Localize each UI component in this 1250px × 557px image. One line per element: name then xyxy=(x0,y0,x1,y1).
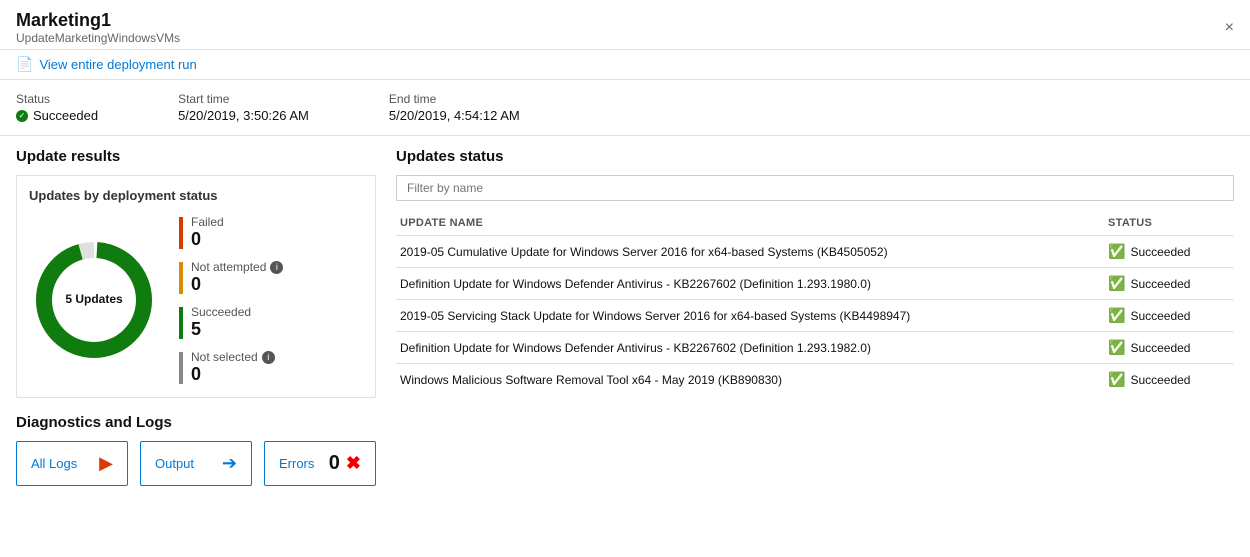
start-time-value: 5/20/2019, 3:50:26 AM xyxy=(178,108,309,123)
document-icon: 📄 xyxy=(16,56,33,73)
legend-item-not-attempted: Not attempted i 0 xyxy=(179,260,283,295)
updates-status-title: Updates status xyxy=(396,148,1234,165)
output-card[interactable]: Output ➔ xyxy=(140,441,252,486)
view-deployment-link[interactable]: View entire deployment run xyxy=(39,57,196,72)
success-icon: ✅ xyxy=(1108,307,1125,324)
main-content: Update results Updates by deployment sta… xyxy=(0,136,1250,553)
legend-count-failed: 0 xyxy=(191,229,224,250)
all-logs-card[interactable]: All Logs ▶ xyxy=(16,441,128,486)
update-results-title: Update results xyxy=(16,148,376,165)
chart-inner: 5 Updates Failed 0 xyxy=(29,215,363,385)
start-time-label: Start time xyxy=(178,92,309,106)
col-header-status: STATUS xyxy=(1104,213,1234,236)
status-dot-icon xyxy=(16,110,28,122)
error-x-icon: ✖ xyxy=(346,453,361,474)
filter-input[interactable] xyxy=(396,175,1234,201)
update-status-cell: ✅ Succeeded xyxy=(1104,364,1234,396)
end-time-label: End time xyxy=(389,92,520,106)
legend-count-succeeded: 5 xyxy=(191,319,251,340)
legend-count-not-selected: 0 xyxy=(191,364,275,385)
legend-bar-failed xyxy=(179,217,183,249)
table-header-row: UPDATE NAME STATUS xyxy=(396,213,1234,236)
end-time-value: 5/20/2019, 4:54:12 AM xyxy=(389,108,520,123)
window-title: Marketing1 xyxy=(16,10,180,31)
update-name-cell: Definition Update for Windows Defender A… xyxy=(396,332,1104,364)
update-name-cell: Definition Update for Windows Defender A… xyxy=(396,268,1104,300)
donut-center-text: 5 Updates xyxy=(65,292,122,308)
table-row: 2019-05 Cumulative Update for Windows Se… xyxy=(396,236,1234,268)
table-row: 2019-05 Servicing Stack Update for Windo… xyxy=(396,300,1234,332)
title-bar-left: Marketing1 UpdateMarketingWindowsVMs xyxy=(16,10,180,45)
legend-item-not-selected: Not selected i 0 xyxy=(179,350,283,385)
table-row: Windows Malicious Software Removal Tool … xyxy=(396,364,1234,396)
status-text: Succeeded xyxy=(33,108,98,123)
info-icon-not-attempted[interactable]: i xyxy=(270,261,283,274)
errors-content: 0 ✖ xyxy=(329,452,361,475)
all-logs-label: All Logs xyxy=(31,456,77,471)
end-time-item: End time 5/20/2019, 4:54:12 AM xyxy=(389,92,520,123)
update-name-cell: 2019-05 Servicing Stack Update for Windo… xyxy=(396,300,1104,332)
title-bar: Marketing1 UpdateMarketingWindowsVMs × xyxy=(0,0,1250,50)
update-name-cell: 2019-05 Cumulative Update for Windows Se… xyxy=(396,236,1104,268)
chart-container: Updates by deployment status xyxy=(16,175,376,398)
success-icon: ✅ xyxy=(1108,275,1125,292)
left-panel: Update results Updates by deployment sta… xyxy=(16,148,376,541)
update-status-cell: ✅ Succeeded xyxy=(1104,332,1234,364)
window-subtitle: UpdateMarketingWindowsVMs xyxy=(16,31,180,45)
diagnostics-section: Diagnostics and Logs All Logs ▶ Output ➔… xyxy=(16,414,376,486)
legend-label-failed: Failed xyxy=(191,215,224,229)
status-bar: Status Succeeded Start time 5/20/2019, 3… xyxy=(0,80,1250,136)
window: Marketing1 UpdateMarketingWindowsVMs × 📄… xyxy=(0,0,1250,553)
updates-table: UPDATE NAME STATUS 2019-05 Cumulative Up… xyxy=(396,213,1234,395)
success-icon: ✅ xyxy=(1108,243,1125,260)
update-status-cell: ✅ Succeeded xyxy=(1104,236,1234,268)
chart-title: Updates by deployment status xyxy=(29,188,363,203)
status-label: Status xyxy=(16,92,98,106)
legend-label-not-attempted: Not attempted i xyxy=(191,260,283,274)
col-header-name: UPDATE NAME xyxy=(396,213,1104,236)
status-value: Succeeded xyxy=(16,108,98,123)
view-link-bar: 📄 View entire deployment run xyxy=(0,50,1250,80)
table-row: Definition Update for Windows Defender A… xyxy=(396,332,1234,364)
errors-count: 0 xyxy=(329,452,340,475)
success-icon: ✅ xyxy=(1108,339,1125,356)
all-logs-icon: ▶ xyxy=(99,453,113,474)
right-panel: Updates status UPDATE NAME STATUS 2019-0… xyxy=(376,148,1234,541)
legend-item-failed: Failed 0 xyxy=(179,215,283,250)
status-item: Status Succeeded xyxy=(16,92,98,123)
legend-bar-not-attempted xyxy=(179,262,183,294)
update-status-cell: ✅ Succeeded xyxy=(1104,268,1234,300)
legend-bar-not-selected xyxy=(179,352,183,384)
info-icon-not-selected[interactable]: i xyxy=(262,351,275,364)
table-row: Definition Update for Windows Defender A… xyxy=(396,268,1234,300)
chart-legend: Failed 0 Not attempted i xyxy=(179,215,283,385)
donut-center-label: 5 Updates xyxy=(65,292,122,308)
diagnostics-title: Diagnostics and Logs xyxy=(16,414,376,431)
legend-item-succeeded: Succeeded 5 xyxy=(179,305,283,340)
status-text: Succeeded xyxy=(1130,245,1190,259)
close-button[interactable]: × xyxy=(1225,19,1234,37)
donut-chart: 5 Updates xyxy=(29,235,159,365)
output-label: Output xyxy=(155,456,194,471)
errors-label: Errors xyxy=(279,456,314,471)
status-text: Succeeded xyxy=(1130,373,1190,387)
update-name-cell: Windows Malicious Software Removal Tool … xyxy=(396,364,1104,396)
status-text: Succeeded xyxy=(1130,341,1190,355)
update-status-cell: ✅ Succeeded xyxy=(1104,300,1234,332)
status-text: Succeeded xyxy=(1130,309,1190,323)
start-time-item: Start time 5/20/2019, 3:50:26 AM xyxy=(178,92,309,123)
success-icon: ✅ xyxy=(1108,371,1125,388)
legend-label-not-selected: Not selected i xyxy=(191,350,275,364)
legend-count-not-attempted: 0 xyxy=(191,274,283,295)
status-text: Succeeded xyxy=(1130,277,1190,291)
errors-card[interactable]: Errors 0 ✖ xyxy=(264,441,376,486)
diagnostics-cards: All Logs ▶ Output ➔ Errors 0 ✖ xyxy=(16,441,376,486)
legend-bar-succeeded xyxy=(179,307,183,339)
legend-label-succeeded: Succeeded xyxy=(191,305,251,319)
output-icon: ➔ xyxy=(222,453,237,474)
